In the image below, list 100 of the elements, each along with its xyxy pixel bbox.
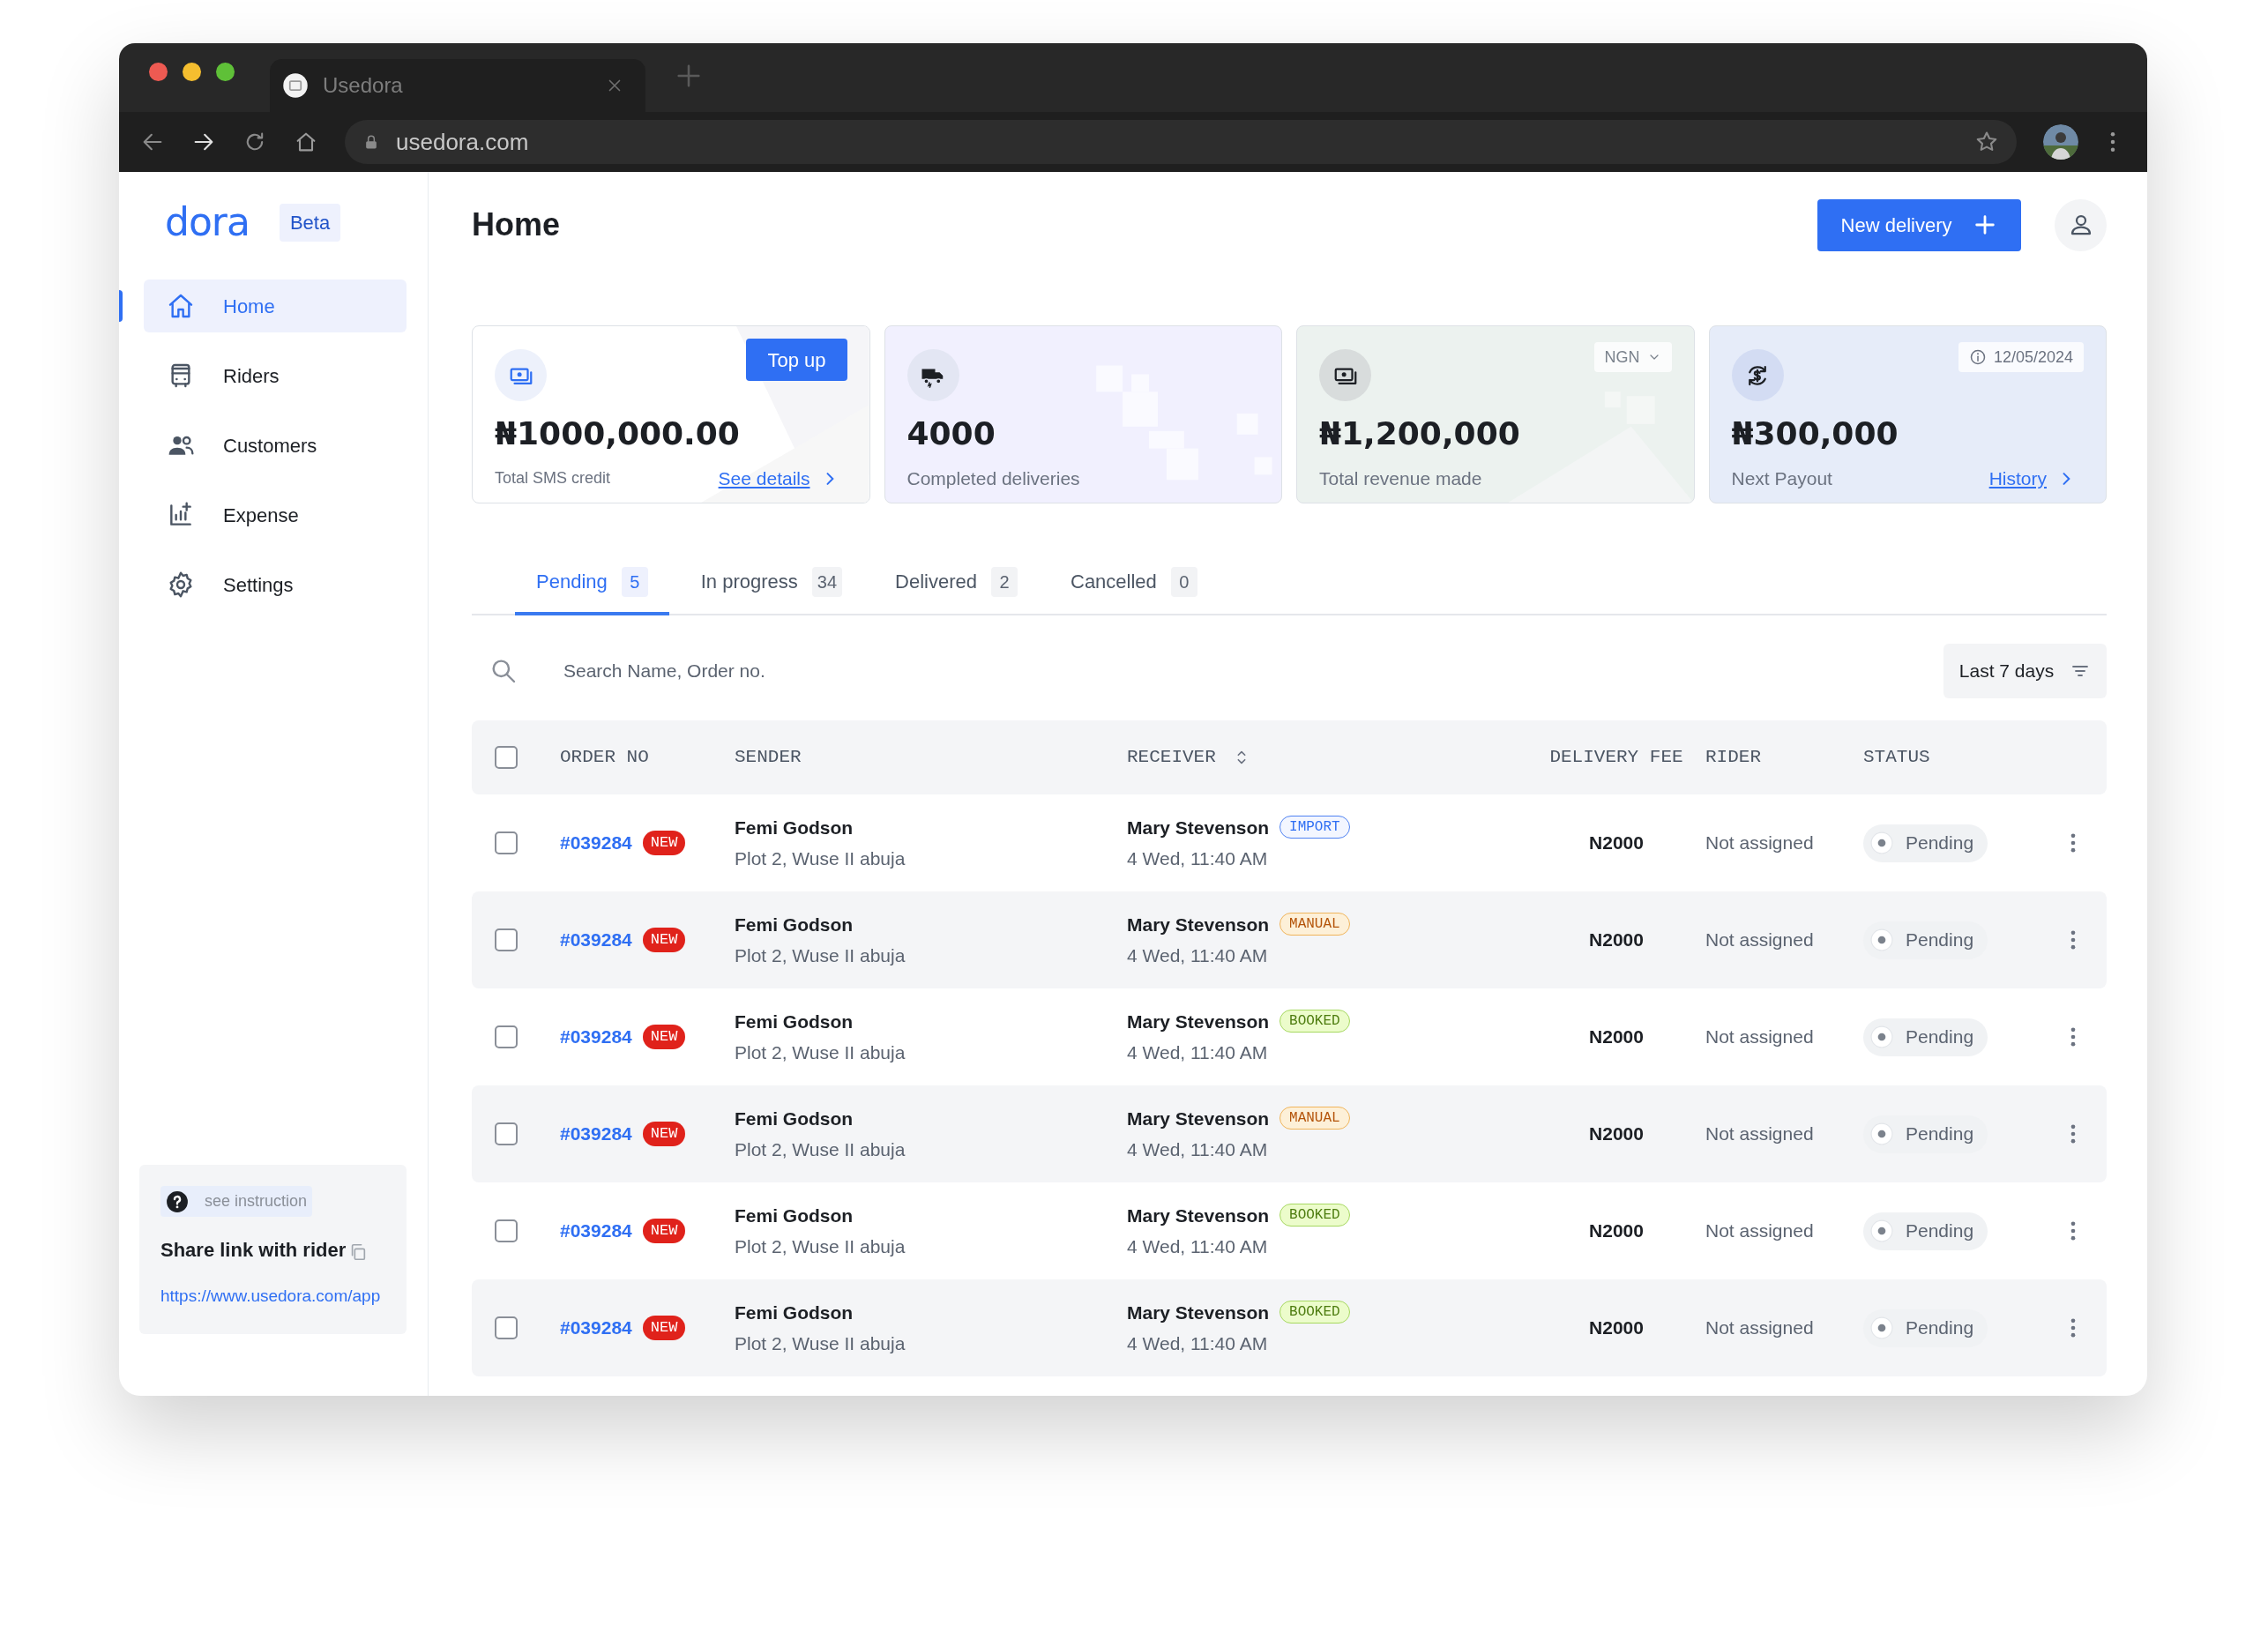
order-link[interactable]: #039284 <box>560 926 632 954</box>
currency-select[interactable]: NGN <box>1593 342 1672 372</box>
rider-text: Not assigned <box>1705 1123 1814 1145</box>
favicon-icon <box>282 72 309 99</box>
date-filter-button[interactable]: Last 7 days <box>1943 643 2107 698</box>
order-link[interactable]: #039284 <box>560 1023 632 1051</box>
rider-text: Not assigned <box>1705 1317 1814 1338</box>
order-link[interactable]: #039284 <box>560 829 632 857</box>
address-bar[interactable]: usedora.com <box>345 120 2017 164</box>
tab-count: 2 <box>991 566 1018 597</box>
nav-item[interactable]: Settings <box>144 558 407 611</box>
source-tag: MANUAL <box>1279 1107 1350 1130</box>
checkbox[interactable] <box>495 831 518 854</box>
nav-item[interactable]: Customers <box>144 419 407 472</box>
order-link[interactable]: #039284 <box>560 1120 632 1148</box>
settings-icon <box>167 570 195 599</box>
delivery-fee: N2000 <box>1589 1219 1644 1243</box>
status-dot-icon <box>1870 1316 1893 1339</box>
checkbox[interactable] <box>495 1316 518 1339</box>
stat-value: ₦1000,000.00 <box>495 414 741 453</box>
order-link[interactable]: #039284 <box>560 1314 632 1342</box>
avatar-icon[interactable] <box>2043 124 2078 160</box>
sender-address: Plot 2, Wuse II abuja <box>735 1138 906 1161</box>
details-link[interactable]: History <box>1988 465 2075 493</box>
delivery-fee: N2000 <box>1589 831 1644 855</box>
help-icon <box>166 1189 189 1213</box>
source-tag: BOOKED <box>1279 1204 1350 1227</box>
stat-label: Total SMS credit <box>495 468 611 489</box>
delivery-time: 4 Wed, 11:40 AM <box>1127 1235 1269 1258</box>
new-badge: NEW <box>642 928 686 952</box>
new-badge: NEW <box>642 1316 686 1340</box>
receiver-name: Mary Stevenson <box>1127 1301 1270 1324</box>
stat-value: ₦300,000 <box>1731 414 1899 453</box>
sender-address: Plot 2, Wuse II abuja <box>735 1041 906 1064</box>
receiver-name: Mary Stevenson <box>1127 913 1270 936</box>
delivery-time: 4 Wed, 11:40 AM <box>1127 1041 1269 1064</box>
new-delivery-button[interactable]: New delivery <box>1817 198 2021 251</box>
sender-address: Plot 2, Wuse II abuja <box>735 1332 906 1355</box>
table-row[interactable]: #039284 NEW Femi Godson Plot 2, Wuse II abuja Mary Stevenson MANUAL 4 Wed, 11:40 AM N2000 Not assigned Pending <box>472 1085 2107 1182</box>
status-tab[interactable]: Pending 5 <box>515 551 669 615</box>
info-icon <box>1968 348 1987 366</box>
stat-label: Completed deliveries <box>906 467 1080 490</box>
stat-label: Next Payout <box>1731 467 1832 490</box>
sender-address: Plot 2, Wuse II abuja <box>735 1235 906 1258</box>
tab-count: 34 <box>811 566 843 597</box>
checkbox[interactable] <box>495 746 518 769</box>
browser-tab[interactable]: Usedora <box>270 59 645 112</box>
sender-name: Femi Godson <box>735 1107 854 1130</box>
status-tab[interactable]: Cancelled 0 <box>1049 551 1219 615</box>
delivery-time: 4 Wed, 11:40 AM <box>1127 1332 1269 1355</box>
status-text: Pending <box>1906 1316 1974 1340</box>
page-title: Home <box>472 205 561 244</box>
rider-text: Not assigned <box>1705 832 1814 854</box>
source-tag: BOOKED <box>1279 1301 1350 1324</box>
new-badge: NEW <box>642 1025 686 1049</box>
nav-item[interactable]: Expense <box>144 488 407 541</box>
nav-item[interactable]: Home <box>144 280 407 332</box>
column-header: STATUS <box>1863 746 1930 770</box>
delivery-time: 4 Wed, 11:40 AM <box>1127 847 1269 870</box>
receiver-name: Mary Stevenson <box>1127 816 1270 839</box>
delivery-time: 4 Wed, 11:40 AM <box>1127 944 1269 967</box>
share-link[interactable]: https://www.usedora.com/app <box>160 1283 385 1309</box>
status-text: Pending <box>1906 1025 1974 1049</box>
sender-name: Femi Godson <box>735 1010 854 1033</box>
column-header: RIDER <box>1705 746 1761 770</box>
order-link[interactable]: #039284 <box>560 1217 632 1245</box>
checkbox[interactable] <box>495 1219 518 1242</box>
sender-address: Plot 2, Wuse II abuja <box>735 944 906 967</box>
new-badge: NEW <box>642 1219 686 1243</box>
new-badge: NEW <box>642 1122 686 1146</box>
delivery-fee: N2000 <box>1589 1122 1644 1146</box>
checkbox[interactable] <box>495 1122 518 1145</box>
nav-item[interactable]: Riders <box>144 349 407 402</box>
sender-name: Femi Godson <box>735 913 854 936</box>
receiver-name: Mary Stevenson <box>1127 1107 1270 1130</box>
status-tab[interactable]: In progress 34 <box>679 551 864 615</box>
status-text: Pending <box>1906 1122 1974 1146</box>
status-dot-icon <box>1870 1219 1893 1242</box>
checkbox[interactable] <box>495 1025 518 1048</box>
stat-label: Total revenue made <box>1319 467 1482 490</box>
table-row[interactable]: #039284 NEW Femi Godson Plot 2, Wuse II abuja Mary Stevenson BOOKED 4 Wed, 11:40 AM N2000 Not assigned Pending <box>472 1279 2107 1376</box>
checkbox[interactable] <box>495 928 518 951</box>
instruction-link[interactable]: see instruction <box>160 1186 313 1217</box>
column-header: SENDER <box>735 746 802 770</box>
sender-name: Femi Godson <box>735 1204 854 1227</box>
status-tab[interactable]: Delivered 2 <box>874 551 1039 615</box>
status-dot-icon <box>1870 928 1893 951</box>
status-text: Pending <box>1906 928 1974 952</box>
status-text: Pending <box>1906 831 1974 855</box>
source-tag: BOOKED <box>1279 1010 1350 1033</box>
top-up-button[interactable]: Top up <box>746 339 847 381</box>
tab-title: Usedora <box>323 72 404 99</box>
column-header: DELIVERY FEE <box>1549 746 1683 770</box>
receiver-name: Mary Stevenson <box>1127 1010 1270 1033</box>
search-field[interactable]: Search Name, Order no. <box>563 656 1943 685</box>
column-header: ORDER NO <box>560 746 649 770</box>
table-row[interactable]: #039284 NEW Femi Godson Plot 2, Wuse II abuja Mary Stevenson MANUAL 4 Wed, 11:40 AM N2000 Not assigned Pending <box>472 891 2107 988</box>
details-link[interactable]: See details <box>718 465 839 493</box>
share-title: Share link with rider <box>160 1237 347 1263</box>
status-text: Pending <box>1906 1219 1974 1243</box>
